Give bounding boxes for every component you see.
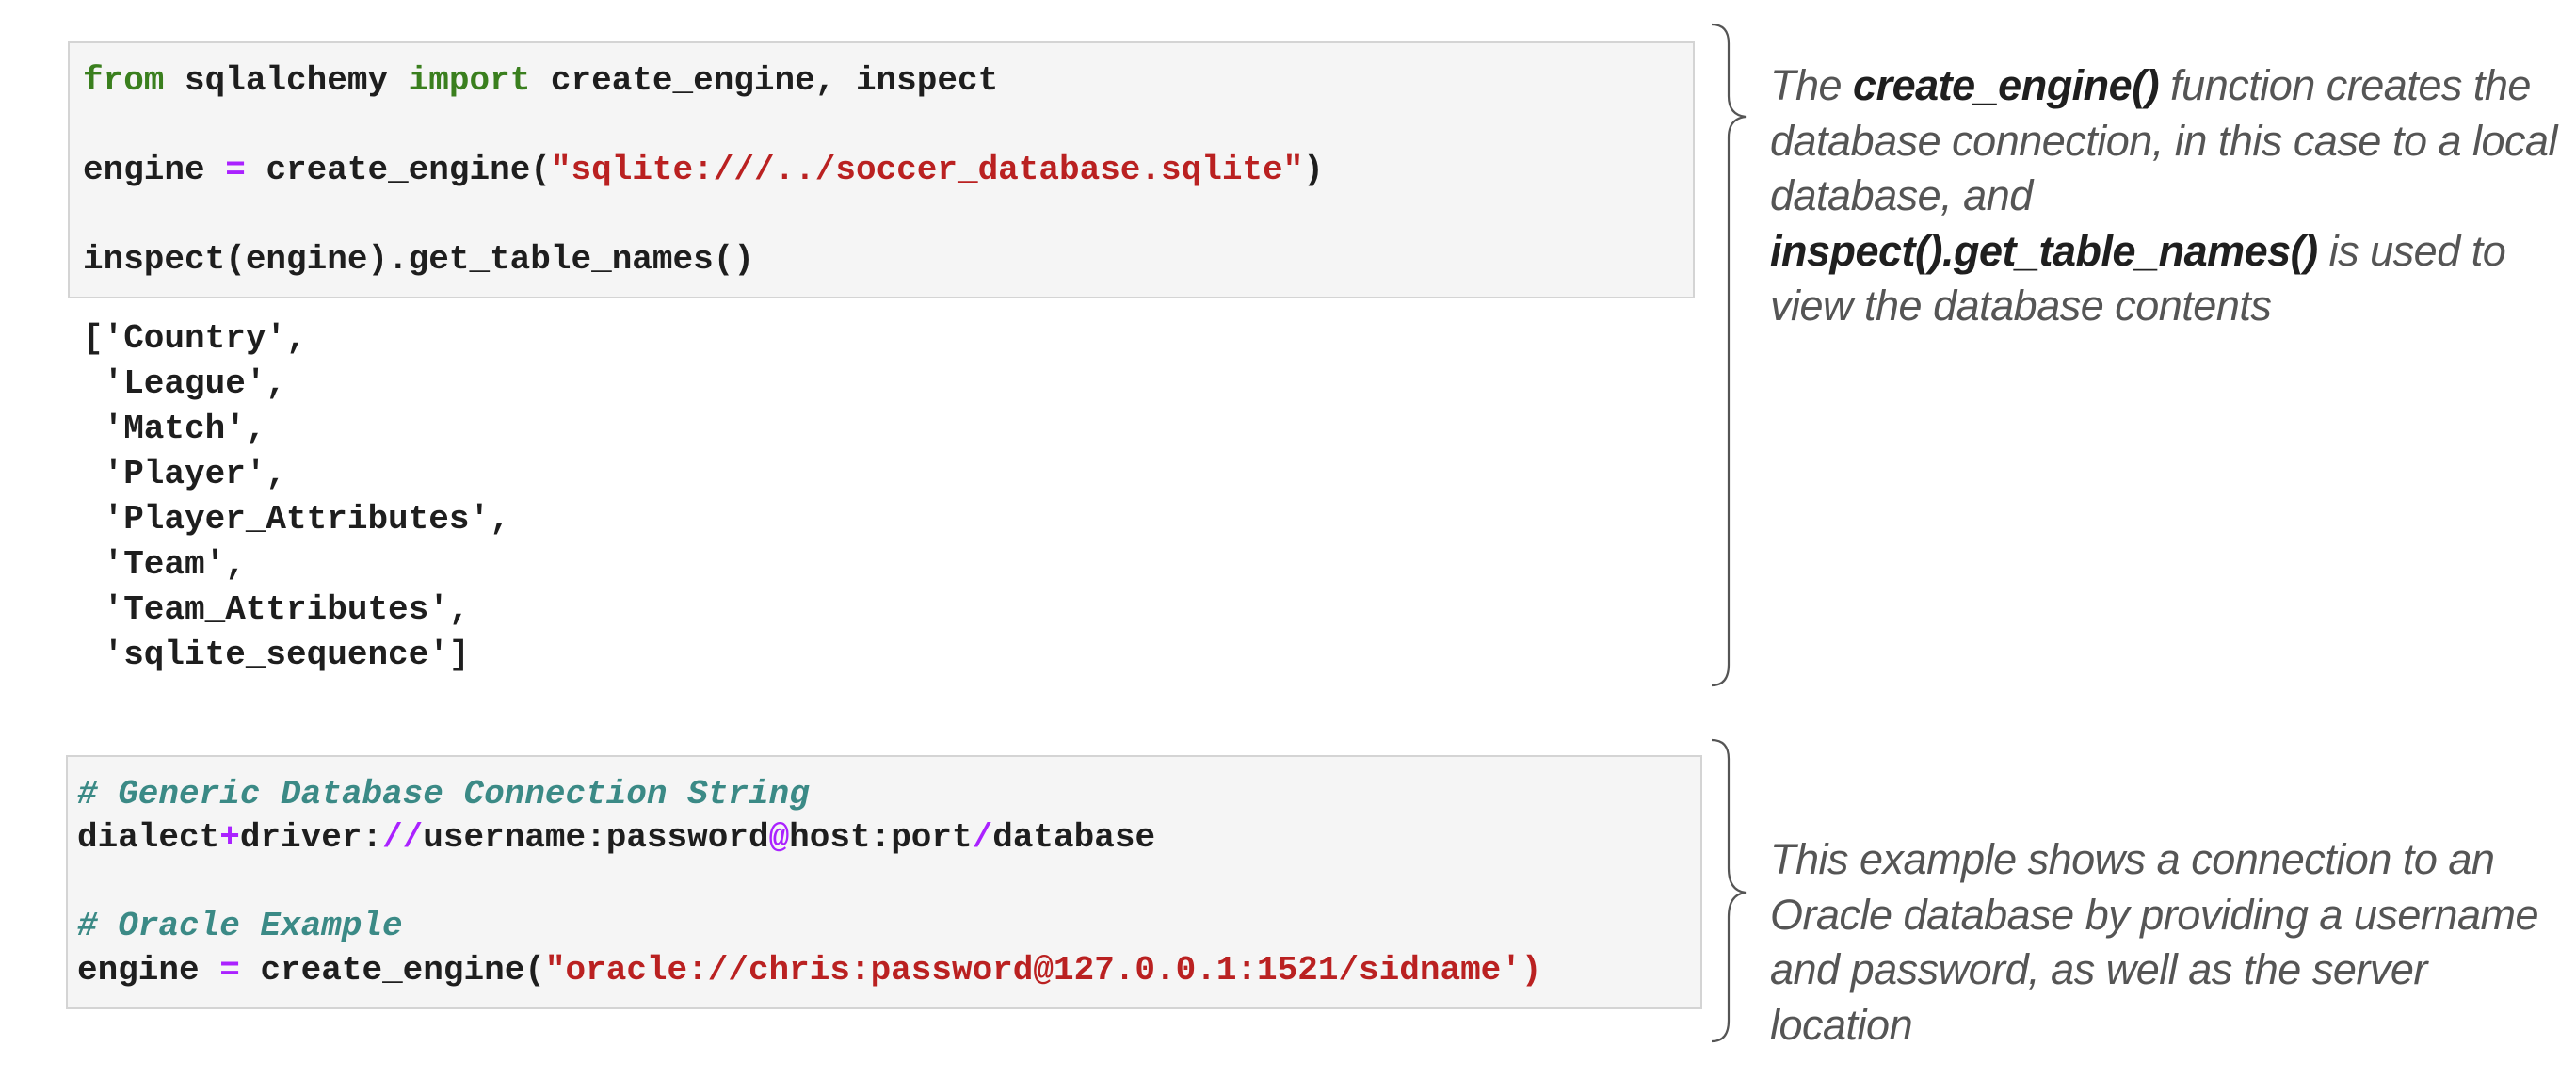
operator-equals: = xyxy=(225,151,246,189)
output-line: 'Team', xyxy=(83,545,246,584)
keyword-from: from xyxy=(83,61,165,100)
code-text: driver: xyxy=(239,818,383,857)
code-text: host:port xyxy=(789,818,973,857)
string-literal: "sqlite:///../soccer_database.sqlite" xyxy=(550,151,1304,189)
code-text: engine xyxy=(83,151,226,189)
note-emphasis: create_engine() xyxy=(1853,61,2160,109)
code-text: create_engine, inspect xyxy=(530,61,999,100)
code-text: create_engine( xyxy=(239,951,545,990)
code-line-inspect: inspect(engine).get_table_names() xyxy=(83,239,754,281)
code-text: database xyxy=(992,818,1156,857)
output-line: 'Player_Attributes', xyxy=(83,500,510,539)
code-text: inspect(engine).get_table_names() xyxy=(83,240,754,279)
code-line-engine: engine = create_engine("sqlite:///../soc… xyxy=(83,150,1324,191)
code-text: username:password xyxy=(423,818,769,857)
output-line: 'League', xyxy=(83,364,287,403)
code-cell-2[interactable]: # Generic Database Connection String dia… xyxy=(66,755,1702,1009)
output-line: 'Player', xyxy=(83,455,287,493)
output-line: 'Team_Attributes', xyxy=(83,590,470,629)
code-text: ) xyxy=(1303,151,1324,189)
output-line: ['Country', xyxy=(83,319,307,358)
annotation-note-2: This example shows a connection to an Or… xyxy=(1770,835,2539,1049)
operator-slashes: // xyxy=(382,818,424,857)
code-cell-1[interactable]: from sqlalchemy import create_engine, in… xyxy=(68,41,1695,298)
code-text: sqlalchemy xyxy=(164,61,409,100)
operator-slash: / xyxy=(972,818,993,857)
code-line-oracle-engine: engine = create_engine("oracle://chris:p… xyxy=(77,950,1541,991)
code-text: create_engine( xyxy=(245,151,551,189)
code-text: dialect xyxy=(77,818,220,857)
curly-brace-icon xyxy=(1711,23,1747,687)
code-line-import: from sqlalchemy import create_engine, in… xyxy=(83,60,998,102)
keyword-import: import xyxy=(408,61,531,100)
curly-brace-icon xyxy=(1711,738,1747,1043)
code-comment-generic: # Generic Database Connection String xyxy=(77,775,810,813)
output-line: 'sqlite_sequence'] xyxy=(83,636,470,674)
output-line: 'Match', xyxy=(83,410,266,448)
operator-equals: = xyxy=(219,951,240,990)
note-text: The xyxy=(1770,61,1854,109)
code-text: engine xyxy=(77,951,220,990)
annotation-note-1: The create_engine() function creates the… xyxy=(1770,58,2570,334)
operator-at: @ xyxy=(768,818,790,857)
note-emphasis: inspect().get_table_names() xyxy=(1770,226,2318,275)
code-comment-oracle: # Oracle Example xyxy=(77,907,403,945)
string-literal: "oracle://chris:password@127.0.0.1:1521/… xyxy=(544,951,1542,990)
operator-plus: + xyxy=(219,818,240,857)
code-line-connection-string: dialect+driver://username:password@host:… xyxy=(77,817,1155,859)
